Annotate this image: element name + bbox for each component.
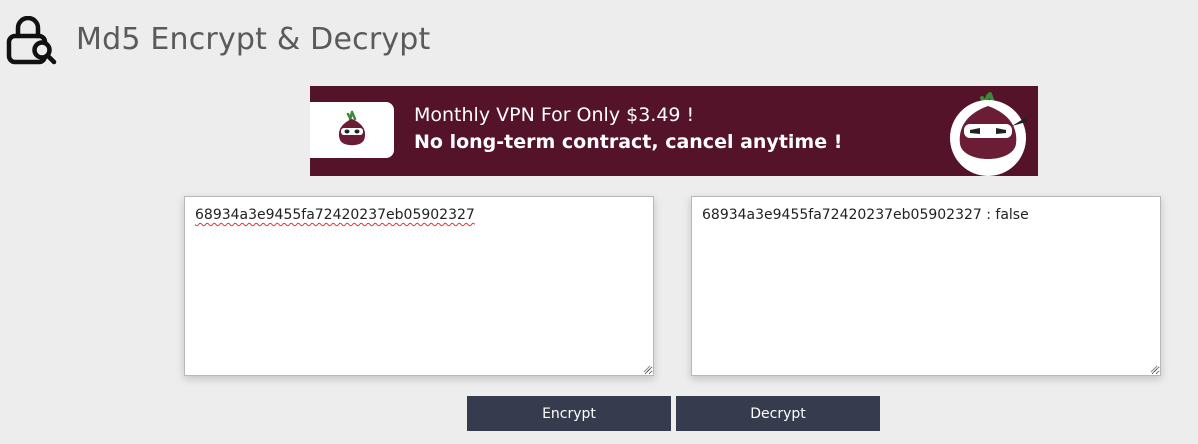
input-textarea[interactable]: 68934a3e9455fa72420237eb05902327 (184, 196, 654, 376)
ninja-onion-mascot-icon (950, 92, 1028, 176)
onion-mascot-icon (338, 110, 366, 146)
decrypt-button[interactable]: Decrypt (676, 396, 880, 431)
resize-grip-icon[interactable] (1150, 365, 1158, 373)
resize-grip-icon[interactable] (643, 365, 651, 373)
output-textarea[interactable]: 68934a3e9455fa72420237eb05902327 : false (691, 196, 1161, 376)
lock-search-icon (6, 16, 57, 65)
page: Md5 Encrypt & Decrypt Monthly VPN For On… (0, 0, 1198, 444)
ad-headline: Monthly VPN For Only $3.49 ! (414, 104, 695, 126)
ad-icon-box (310, 102, 394, 158)
encrypt-button[interactable]: Encrypt (467, 396, 671, 431)
page-title: Md5 Encrypt & Decrypt (76, 22, 431, 57)
ad-subline: No long-term contract, cancel anytime ! (414, 131, 843, 153)
input-value: 68934a3e9455fa72420237eb05902327 (195, 207, 475, 223)
ad-banner[interactable]: Monthly VPN For Only $3.49 ! No long-ter… (310, 86, 1038, 176)
output-value: 68934a3e9455fa72420237eb05902327 : false (702, 207, 1029, 223)
